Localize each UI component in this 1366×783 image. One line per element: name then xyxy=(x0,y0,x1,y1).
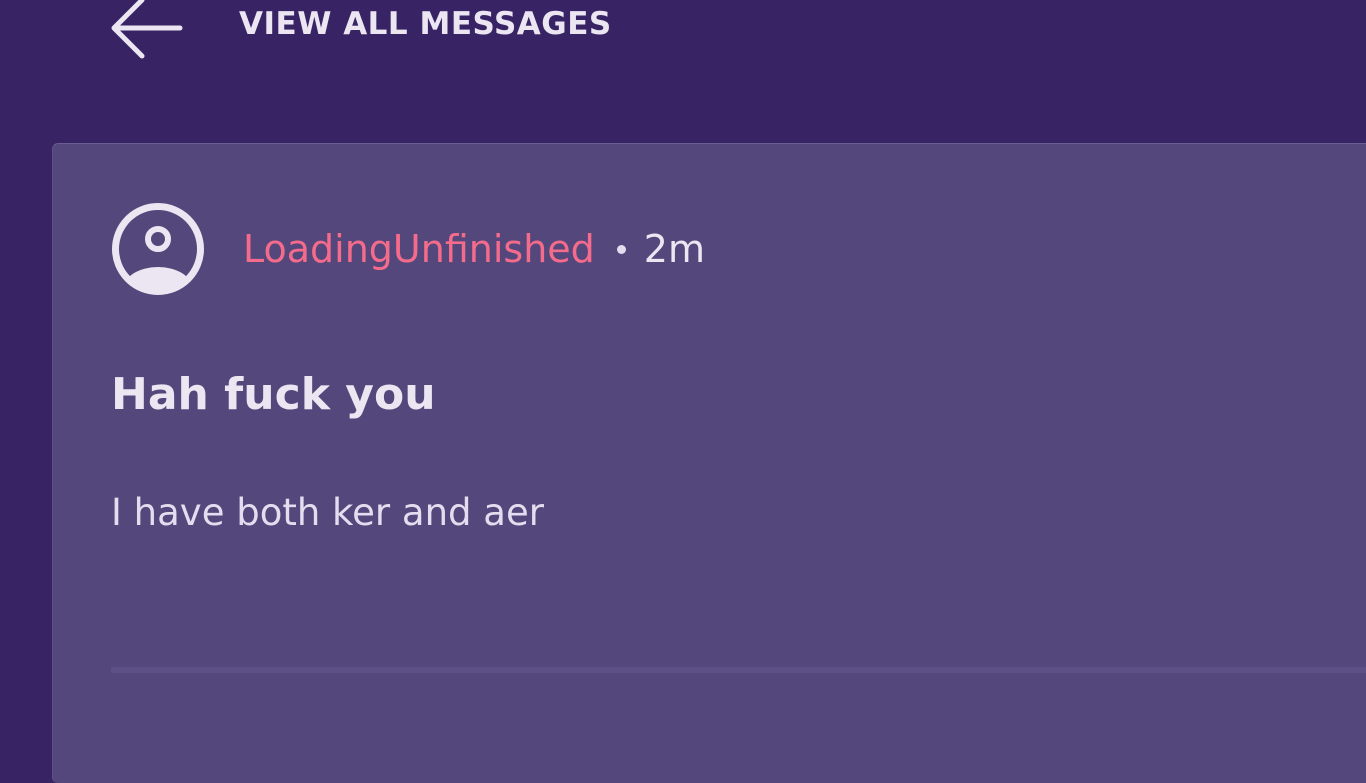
message-body: I have both ker and aer xyxy=(111,491,544,534)
view-all-messages-link[interactable]: VIEW ALL MESSAGES xyxy=(239,6,612,42)
user-circle-icon xyxy=(112,203,204,295)
message-title: Hah fuck you xyxy=(111,369,436,420)
message-meta: LoadingUnfinished 2m xyxy=(243,224,705,274)
divider xyxy=(111,667,1366,673)
arrow-left-icon xyxy=(111,0,183,59)
separator-dot xyxy=(616,244,626,254)
avatar[interactable] xyxy=(111,202,205,296)
back-button[interactable] xyxy=(104,0,188,62)
timestamp: 2m xyxy=(643,227,705,271)
message-card: LoadingUnfinished 2m Hah fuck you I have… xyxy=(52,143,1366,783)
top-bar: VIEW ALL MESSAGES xyxy=(0,0,1366,60)
author-name[interactable]: LoadingUnfinished xyxy=(243,227,595,271)
